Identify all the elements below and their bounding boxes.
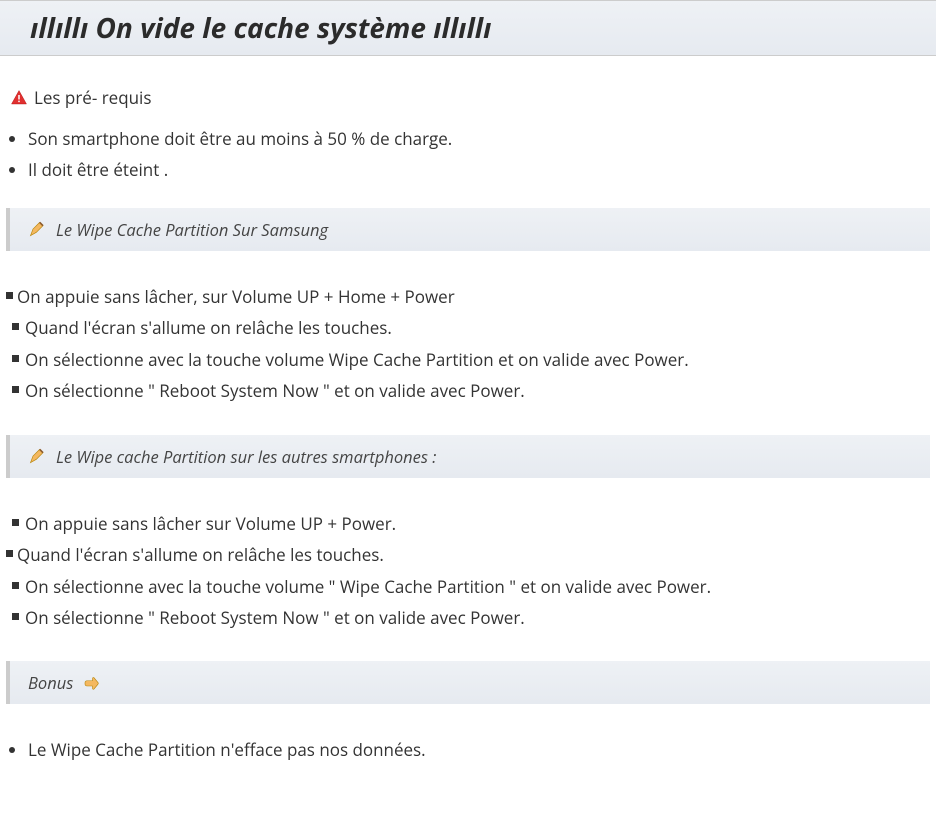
section-title: Le Wipe Cache Partition Sur Samsung	[56, 218, 328, 241]
list-item: On sélectionne " Reboot System Now " et …	[6, 602, 930, 633]
prereq-label: Les pré- requis	[34, 86, 151, 109]
section-heading-bonus: Bonus	[6, 661, 930, 704]
list-item: On sélectionne " Reboot System Now " et …	[6, 375, 930, 406]
section-title: Bonus	[28, 671, 73, 694]
section-heading-samsung: Le Wipe Cache Partition Sur Samsung	[6, 208, 930, 251]
list-item: Il doit être éteint .	[28, 154, 930, 185]
writing-hand-icon	[28, 446, 48, 466]
bonus-list: Le Wipe Cache Partition n'efface pas nos…	[28, 734, 930, 765]
samsung-steps: On appuie sans lâcher, sur Volume UP + H…	[6, 281, 930, 407]
pointing-hand-icon	[81, 674, 101, 692]
list-item: Son smartphone doit être au moins à 50 %…	[28, 123, 930, 154]
list-item: Quand l'écran s'allume on relâche les to…	[6, 539, 930, 570]
prereq-heading: Les pré- requis	[10, 86, 930, 109]
writing-hand-icon	[28, 219, 48, 239]
section-title: Le Wipe cache Partition sur les autres s…	[56, 445, 436, 468]
section-heading-other: Le Wipe cache Partition sur les autres s…	[6, 435, 930, 478]
list-item: On sélectionne avec la touche volume Wip…	[6, 344, 930, 375]
prereq-list: Son smartphone doit être au moins à 50 %…	[28, 123, 930, 186]
page-title: ıllıllı On vide le cache système ıllıllı	[0, 0, 936, 56]
other-steps: On appuie sans lâcher sur Volume UP + Po…	[6, 508, 930, 634]
list-item: Le Wipe Cache Partition n'efface pas nos…	[28, 734, 930, 765]
list-item: On sélectionne avec la touche volume " W…	[6, 571, 930, 602]
list-item: On appuie sans lâcher sur Volume UP + Po…	[6, 508, 930, 539]
list-item: On appuie sans lâcher, sur Volume UP + H…	[6, 281, 930, 312]
warning-icon	[10, 89, 28, 107]
list-item: Quand l'écran s'allume on relâche les to…	[6, 312, 930, 343]
